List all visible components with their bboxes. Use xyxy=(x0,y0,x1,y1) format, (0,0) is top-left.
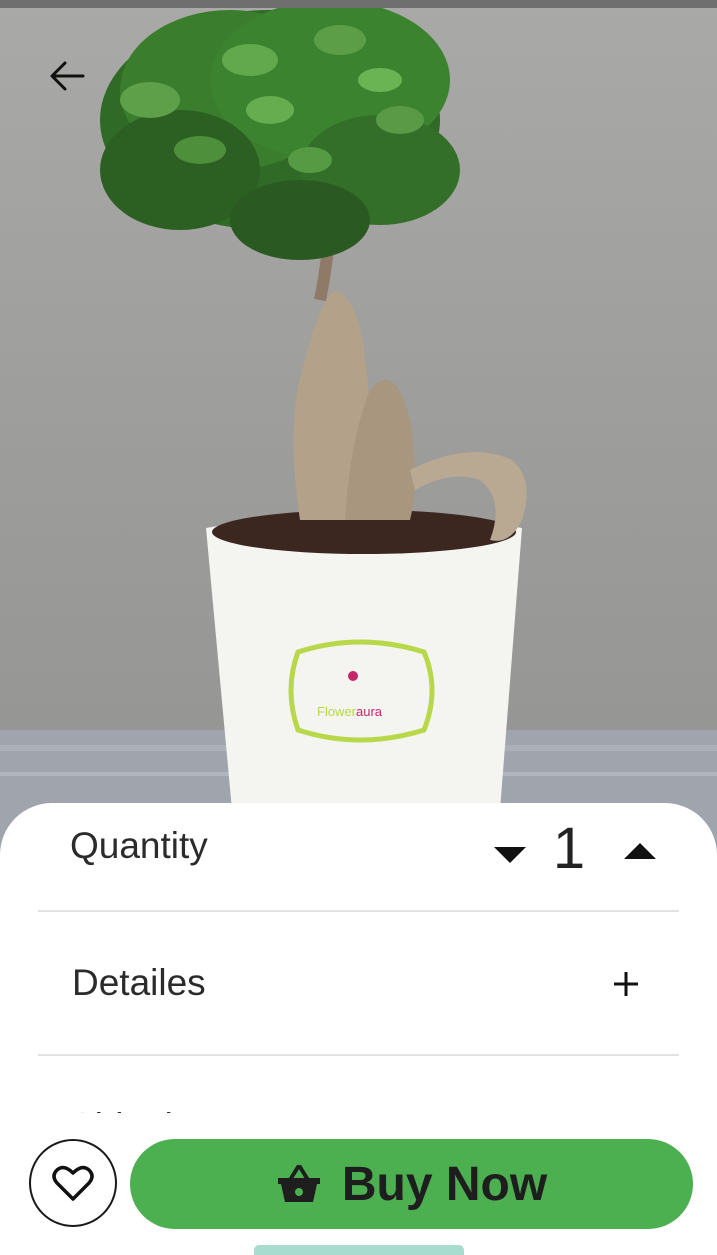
pot-logo-flower xyxy=(348,671,358,681)
bottom-handle xyxy=(254,1245,464,1255)
pot xyxy=(206,513,522,810)
quantity-decrease-button[interactable] xyxy=(490,843,530,867)
quantity-row: Quantity 1 xyxy=(38,803,679,912)
quantity-increase-button[interactable] xyxy=(620,839,660,863)
wishlist-button[interactable] xyxy=(29,1139,117,1227)
canopy xyxy=(100,0,460,260)
details-row[interactable]: Detailes xyxy=(38,910,679,1056)
pot-logo-text: Floweraura xyxy=(317,704,383,719)
arrow-left-icon xyxy=(50,61,85,91)
back-button[interactable] xyxy=(44,56,90,96)
details-label: Detailes xyxy=(72,962,206,1003)
heart-outline-icon xyxy=(52,1165,94,1201)
caret-up-icon xyxy=(624,843,656,859)
buy-now-label: Buy Now xyxy=(341,1157,548,1211)
bonsai-illustration: Floweraura xyxy=(0,0,717,860)
plus-icon[interactable] xyxy=(608,966,644,1002)
shopping-basket-icon xyxy=(277,1165,320,1202)
product-image: Floweraura xyxy=(0,0,717,860)
status-strip xyxy=(0,0,717,8)
quantity-value: 1 xyxy=(552,816,586,881)
buy-now-button[interactable]: Buy Now xyxy=(130,1139,693,1229)
caret-down-icon xyxy=(494,847,526,863)
bottom-action-bar: Buy Now xyxy=(0,1113,717,1255)
quantity-label: Quantity xyxy=(70,825,208,866)
